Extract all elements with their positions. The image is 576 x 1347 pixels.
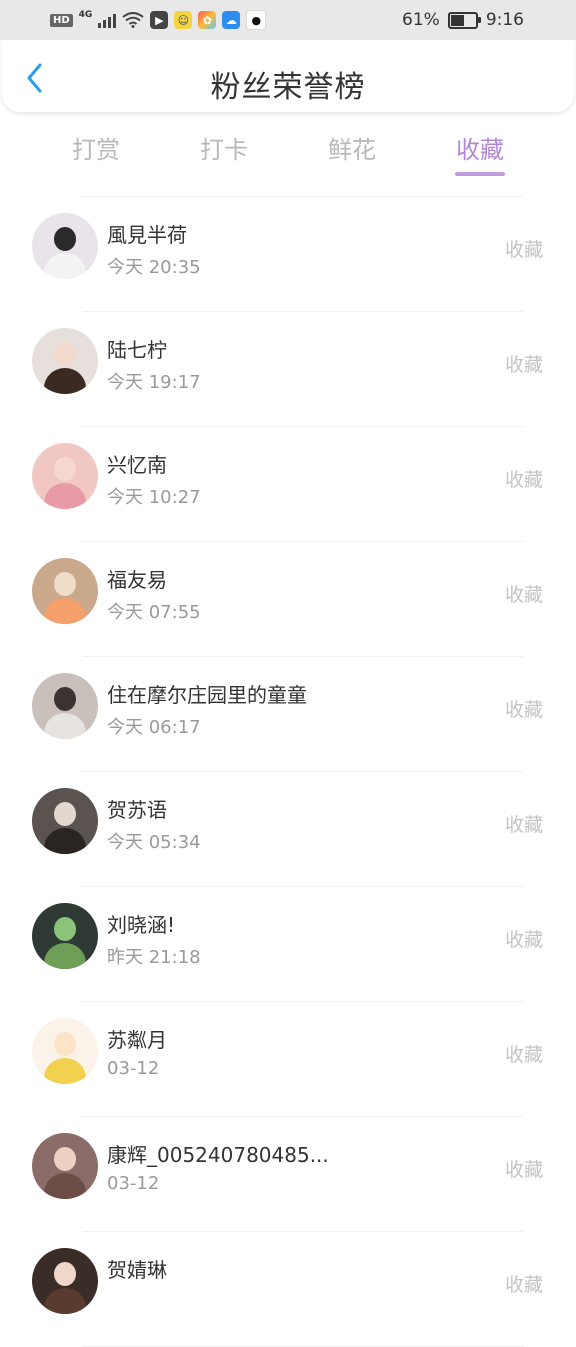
tab-checkin[interactable]: 打卡 [169,130,279,165]
user-name: 贺婧琳 [107,1258,167,1282]
list-item[interactable]: 風見半荷今天 20:35 收藏 [0,197,576,312]
wifi-icon [122,12,144,28]
header: 粉丝荣誉榜 [2,40,574,112]
favorite-label: 收藏 [504,929,543,951]
avatar[interactable] [32,558,98,624]
favorite-label: 收藏 [504,1159,543,1181]
list-item[interactable]: 陆七柠今天 19:17 收藏 [0,312,576,427]
avatar[interactable] [32,903,98,969]
battery-icon [447,11,481,29]
timestamp: 今天 05:34 [107,832,201,853]
user-name: 康辉_005240780485... [107,1143,329,1167]
avatar[interactable] [32,1018,98,1084]
user-name: 兴忆南 [107,453,167,477]
status-bar: HD 4G ▶ ☺ ✿ ☁ ● 61% 9:16 [0,0,576,40]
favorite-label: 收藏 [504,814,543,836]
timestamp: 03-12 [107,1173,160,1194]
tab-flowers[interactable]: 鲜花 [297,130,407,165]
tab-reward[interactable]: 打赏 [41,130,151,165]
page-title: 粉丝荣誉榜 [210,70,366,105]
timestamp: 昨天 21:18 [107,947,201,968]
list-item[interactable]: 兴忆南今天 10:27 收藏 [0,427,576,542]
timestamp: 今天 10:27 [107,487,201,508]
favorite-label: 收藏 [504,584,543,606]
user-name: 贺苏语 [107,798,167,822]
favorite-label: 收藏 [504,699,543,721]
battery-percent: 61% [402,10,440,30]
hd-icon: HD [50,13,73,27]
timestamp: 今天 20:35 [107,257,201,278]
user-name: 苏粼月 [107,1028,167,1052]
tab-bar: 打赏 打卡 鲜花 收藏 [0,124,576,180]
favorite-label: 收藏 [504,1044,543,1066]
timestamp: 03-12 [107,1058,160,1079]
tab-favorites[interactable]: 收藏 [425,130,535,165]
network-type: 4G [78,10,93,20]
user-name: 刘晓涵! [107,913,176,937]
list-item[interactable]: 康辉_005240780485... 03-12 收藏 [0,1117,576,1232]
list-item[interactable]: 住在摩尔庄园里的童童 今天 06:17 收藏 [0,657,576,772]
app-icon: ▶ [150,11,169,29]
status-bar-left: HD 4G ▶ ☺ ✿ ☁ ● [50,8,267,32]
list-item[interactable]: 福友易今天 07:55 收藏 [0,542,576,657]
clock: 9:16 [485,10,524,30]
favorite-label: 收藏 [504,469,543,491]
list-item[interactable]: 苏粼月 03-12 收藏 [0,1002,576,1117]
timestamp: 今天 06:17 [107,717,201,738]
cloud-icon: ☁ [222,11,241,29]
avatar[interactable] [32,1248,98,1314]
user-name: 福友易 [107,568,167,592]
user-name: 陆七柠 [107,338,167,362]
tab-active-indicator [455,172,505,176]
favorite-label: 收藏 [504,354,543,376]
avatar[interactable] [32,788,98,854]
avatar[interactable] [32,443,98,509]
list-item[interactable]: 贺苏语今天 05:34 收藏 [0,772,576,887]
list-item[interactable]: 贺婧琳收藏 [0,1232,576,1347]
favorite-label: 收藏 [504,1274,543,1296]
favorite-label: 收藏 [504,239,543,261]
timestamp: 今天 19:17 [107,372,201,393]
avatar[interactable] [32,1133,98,1199]
app-icon: ☺ [174,11,193,29]
timestamp: 今天 07:55 [107,602,201,623]
list-item[interactable]: 刘晓涵! 昨天 21:18 收藏 [0,887,576,1002]
signal-icon [98,12,117,28]
avatar[interactable] [32,328,98,394]
avatar[interactable] [32,213,98,279]
avatar[interactable] [32,673,98,739]
qq-icon: ● [246,10,267,30]
fan-list: 風見半荷 今天 20:35 收藏 陆七柠 今天 19:17 收藏 兴忆南 今天 10:27 收藏… [0,197,576,1347]
status-bar-right: 61% 9:16 [402,8,524,32]
user-name: 風見半荷 [107,223,187,247]
user-name: 住在摩尔庄园里的童童 [107,683,307,707]
app-icon: ✿ [198,11,217,29]
